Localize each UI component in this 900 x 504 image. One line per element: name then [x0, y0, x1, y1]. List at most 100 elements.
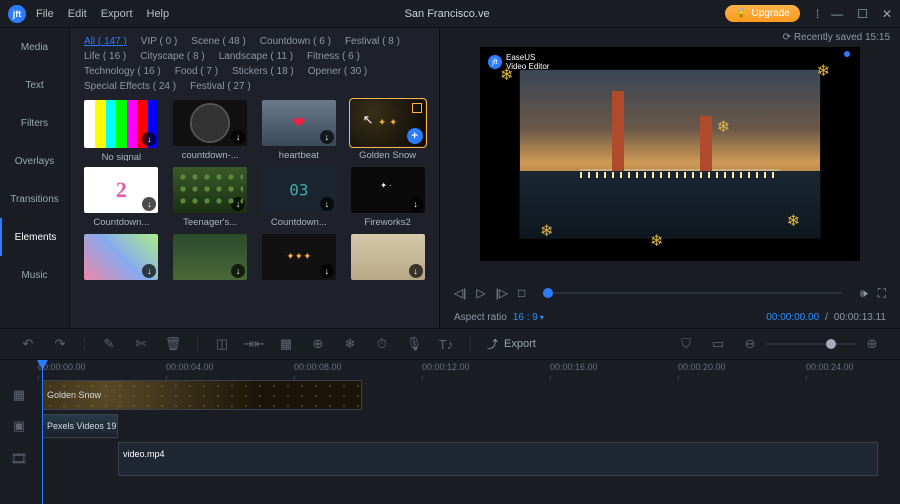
menu-edit[interactable]: Edit: [68, 8, 87, 20]
text-to-speech-icon[interactable]: T♪: [438, 336, 454, 352]
track-overlay-icon[interactable]: ▦: [0, 387, 38, 403]
timeline-toolbar: ↶ ↷ ✎ ✄ 🗑 ◫ ⇥⇤ ▦ ⊕ ❄ ⏱ 🎙 T♪ ⤴Export ⛉ ▭ …: [0, 328, 900, 360]
thumb-item[interactable]: ↓: [258, 234, 341, 280]
category-countdown[interactable]: Countdown ( 6 ): [260, 36, 331, 47]
stop-button[interactable]: □: [518, 286, 525, 300]
sidebar-item-overlays[interactable]: Overlays: [0, 142, 69, 180]
zoom-tool-icon[interactable]: ⊕: [310, 336, 326, 352]
settings-icon[interactable]: ⁞: [816, 7, 817, 21]
sidebar-item-text[interactable]: Text: [0, 66, 69, 104]
download-icon[interactable]: ↓: [142, 197, 156, 211]
edit-icon[interactable]: ✎: [101, 336, 117, 352]
thumb-teenagers[interactable]: ↓ Teenager's...: [169, 167, 252, 228]
play-button[interactable]: ▷: [476, 286, 485, 300]
fit-icon[interactable]: ▭: [710, 336, 726, 352]
track-lane[interactable]: Golden Snow: [38, 380, 900, 410]
download-icon[interactable]: ↓: [231, 264, 245, 278]
category-landscape[interactable]: Landscape ( 11 ): [219, 51, 293, 62]
thumb-countdown[interactable]: ↓ countdown-...: [169, 100, 252, 161]
sidebar-item-elements[interactable]: Elements: [0, 218, 69, 256]
track-pip-icon[interactable]: ▣: [0, 418, 38, 434]
thumb-golden-snow[interactable]: ↖ + Golden Snow: [346, 100, 429, 161]
handle-icon[interactable]: [844, 51, 850, 57]
thumb-label: Golden Snow: [359, 150, 416, 161]
upgrade-button[interactable]: Upgrade: [725, 5, 800, 22]
volume-icon[interactable]: 🕪: [860, 286, 868, 301]
menu-help[interactable]: Help: [147, 8, 170, 20]
minimize-icon[interactable]: —: [831, 7, 843, 21]
maximize-icon[interactable]: ☐: [857, 7, 868, 21]
download-icon[interactable]: ↓: [320, 264, 334, 278]
download-icon[interactable]: ↓: [231, 197, 245, 211]
category-life[interactable]: Life ( 16 ): [84, 51, 126, 62]
category-festival[interactable]: Festival ( 8 ): [345, 36, 400, 47]
thumb-countdown-3[interactable]: ↓ Countdown...: [258, 167, 341, 228]
category-technology[interactable]: Technology ( 16 ): [84, 66, 161, 77]
track-lane[interactable]: video.mp4: [38, 442, 900, 476]
download-icon[interactable]: ↓: [320, 197, 334, 211]
sidebar-item-transitions[interactable]: Transitions: [0, 180, 69, 218]
crop-icon[interactable]: ◫: [214, 336, 230, 352]
download-icon[interactable]: ↓: [320, 130, 334, 144]
menu-file[interactable]: File: [36, 8, 54, 20]
clip-golden-snow[interactable]: Golden Snow: [42, 380, 362, 410]
download-icon[interactable]: ↓: [231, 130, 245, 144]
category-festival[interactable]: Festival ( 27 ): [190, 81, 251, 92]
delete-icon[interactable]: 🗑: [165, 336, 181, 352]
clip-pexels[interactable]: Pexels Videos 19: [42, 414, 118, 438]
preview-stage[interactable]: jft EaseUSVideo Editor ❄ ❄ ❄ ❄ ❄ ❄: [480, 47, 860, 261]
download-icon[interactable]: ↓: [142, 264, 156, 278]
zoom-knob-icon[interactable]: [826, 339, 836, 349]
zoom-out-icon[interactable]: ⊖: [742, 336, 758, 352]
playhead[interactable]: [42, 360, 43, 504]
clip-video[interactable]: video.mp4: [118, 442, 878, 476]
thumb-item[interactable]: ↓: [169, 234, 252, 280]
cut-icon[interactable]: ✄: [133, 336, 149, 352]
aspect-ratio-label: Aspect ratio: [454, 312, 507, 323]
progress-knob-icon[interactable]: [543, 288, 553, 298]
watermark-icon: jft: [488, 55, 502, 69]
category-fitness[interactable]: Fitness ( 6 ): [307, 51, 360, 62]
category-scene[interactable]: Scene ( 48 ): [191, 36, 245, 47]
aspect-ratio-dropdown[interactable]: 16 : 9▾: [513, 312, 544, 323]
category-cityscape[interactable]: Cityscape ( 8 ): [140, 51, 204, 62]
category-vip[interactable]: VIP ( 0 ): [141, 36, 178, 47]
fullscreen-icon[interactable]: ⛶: [878, 286, 886, 301]
track-lane[interactable]: Pexels Videos 19: [38, 414, 900, 438]
menu-export[interactable]: Export: [101, 8, 133, 20]
split-icon[interactable]: ⇥⇤: [246, 336, 262, 352]
category-opener[interactable]: Opener ( 30 ): [308, 66, 367, 77]
sidebar-item-filters[interactable]: Filters: [0, 104, 69, 142]
voiceover-icon[interactable]: 🎙: [406, 336, 422, 352]
next-frame-button[interactable]: |▷: [496, 286, 508, 300]
track-video-icon[interactable]: 🎞: [0, 451, 38, 467]
download-icon[interactable]: ↓: [409, 264, 423, 278]
category-all[interactable]: All ( 147 ): [84, 36, 127, 47]
category-food[interactable]: Food ( 7 ): [175, 66, 218, 77]
zoom-in-icon[interactable]: ⊕: [864, 336, 880, 352]
add-to-timeline-button[interactable]: +: [407, 128, 423, 144]
sidebar-item-music[interactable]: Music: [0, 256, 69, 294]
progress-slider[interactable]: [543, 292, 842, 294]
export-button[interactable]: ⤴Export: [487, 336, 536, 352]
thumb-no-signal[interactable]: ↓ No signal: [80, 100, 163, 161]
close-icon[interactable]: ✕: [882, 7, 892, 21]
freeze-icon[interactable]: ❄: [342, 336, 358, 352]
category-special-effects[interactable]: Special Effects ( 24 ): [84, 81, 176, 92]
category-stickers[interactable]: Stickers ( 18 ): [232, 66, 294, 77]
undo-icon[interactable]: ↶: [20, 336, 36, 352]
mosaic-icon[interactable]: ▦: [278, 336, 294, 352]
thumb-item[interactable]: ↓: [346, 234, 429, 280]
thumb-countdown-2[interactable]: 2↓ Countdown...: [80, 167, 163, 228]
thumb-fireworks2[interactable]: ↓ Fireworks2: [346, 167, 429, 228]
download-icon[interactable]: ↓: [409, 197, 423, 211]
marker-icon[interactable]: ⛉: [678, 336, 694, 352]
thumb-heartbeat[interactable]: ↓ heartbeat: [258, 100, 341, 161]
redo-icon[interactable]: ↷: [52, 336, 68, 352]
speed-icon[interactable]: ⏱: [374, 336, 390, 352]
thumb-item[interactable]: ↓: [80, 234, 163, 280]
sidebar-item-media[interactable]: Media: [0, 28, 69, 66]
time-ruler[interactable]: 00:00:00.0000:00:04.0000:00:08.0000:00:1…: [38, 360, 900, 380]
prev-frame-button[interactable]: ◁|: [454, 286, 466, 300]
zoom-slider[interactable]: [766, 343, 856, 345]
